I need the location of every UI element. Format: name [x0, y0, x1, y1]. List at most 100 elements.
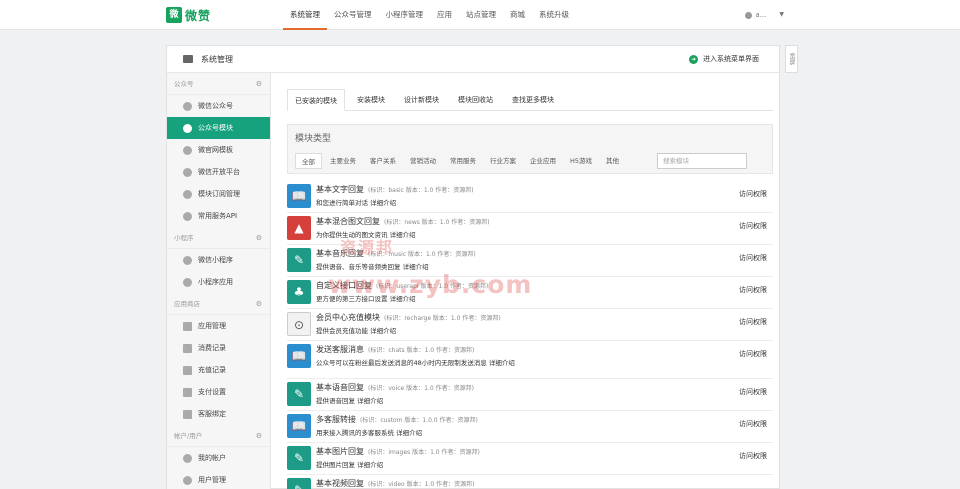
sidebar-item[interactable]: 微信开放平台 [167, 161, 270, 183]
sidebar-item-icon [183, 123, 192, 133]
gear-icon[interactable]: ⚙ [256, 293, 262, 315]
sidebar-item[interactable]: 消费记录 [167, 337, 270, 359]
sidebar-item-icon [183, 167, 192, 177]
module-name[interactable]: 会员中心充值模块 (标识：recharge 版本：1.0 作者：资源邦) [316, 312, 501, 323]
sidebar-item-icon [183, 365, 192, 375]
nav-item[interactable]: 公众号管理 [327, 0, 379, 30]
access-permission-link[interactable]: 访问权限 [739, 419, 767, 429]
module-row: 📖 发送客服消息 (标识：chats 版本：1.0 作者：资源邦) 公众号可以在粉丝最… [287, 341, 773, 379]
sidebar-item[interactable]: 公众号模块 [167, 117, 270, 139]
gear-icon[interactable]: ⚙ [256, 227, 262, 249]
module-meta: (标识：images 版本：1.0 作者：资源邦) [368, 449, 480, 456]
module-name[interactable]: 基本视频回复 (标识：video 版本：1.0 作者：资源邦) [316, 478, 474, 489]
sidebar-item[interactable]: 用户管理 [167, 469, 270, 489]
book-icon: 📖 [287, 184, 311, 208]
sidebar-item[interactable]: 充值记录 [167, 359, 270, 381]
category-filter[interactable]: 其他 [600, 153, 625, 169]
module-name[interactable]: 多客服转接 (标识：custom 版本：1.0.0 作者：资源邦) [316, 414, 478, 425]
module-search-input[interactable] [657, 153, 747, 169]
nav-item[interactable]: 系统升级 [532, 0, 576, 30]
module-meta: (标识：chats 版本：1.0 作者：资源邦) [368, 347, 475, 354]
sidebar-section-header: 小程序 ⚙ [167, 227, 270, 249]
module-row: ✎ 基本语音回复 (标识：voice 版本：1.0 作者：资源邦) 提供语音回复 详细… [287, 379, 773, 411]
module-row: 📖 多客服转接 (标识：custom 版本：1.0.0 作者：资源邦) 用来接入腾讯的… [287, 411, 773, 443]
module-title: 会员中心充值模块 [316, 313, 380, 322]
tab[interactable]: 查找更多模块 [505, 89, 561, 111]
nav-item[interactable]: 应用 [430, 0, 459, 30]
gear-icon[interactable]: ⚙ [256, 425, 262, 447]
sidebar-item[interactable]: 模块订阅管理 [167, 183, 270, 205]
sidebar-item-label: 客服绑定 [198, 410, 226, 418]
sidebar-item[interactable]: 微官网模板 [167, 139, 270, 161]
sidebar-item-label: 微信开放平台 [198, 168, 240, 176]
chevron-down-icon: ▼ [779, 11, 784, 18]
module-name[interactable]: 基本图片回复 (标识：images 版本：1.0 作者：资源邦) [316, 446, 480, 457]
category-filter[interactable]: 企业应用 [524, 153, 562, 169]
access-permission-link[interactable]: 访问权限 [739, 189, 767, 199]
access-permission-link[interactable]: 访问权限 [739, 317, 767, 327]
module-title: 基本语音回复 [316, 383, 364, 392]
access-permission-link[interactable]: 访问权限 [739, 451, 767, 461]
sidebar-item[interactable]: 小程序应用 [167, 271, 270, 293]
nav-item[interactable]: 商城 [503, 0, 532, 30]
user-name: a... [755, 11, 767, 19]
tab[interactable]: 设计新模块 [397, 89, 446, 111]
module-name[interactable]: 基本语音回复 (标识：voice 版本：1.0 作者：资源邦) [316, 382, 474, 393]
sidebar-item-icon [183, 189, 192, 199]
access-permission-link[interactable]: 访问权限 [739, 221, 767, 231]
gear-icon[interactable]: ⚙ [256, 73, 262, 95]
category-filter[interactable]: H5游戏 [564, 153, 598, 169]
satellite-icon: ✎ [287, 248, 311, 272]
sidebar-item[interactable]: 常用服务API [167, 205, 270, 227]
sidebar-item-icon [183, 321, 192, 331]
category-filter[interactable]: 常用服务 [444, 153, 482, 169]
tab[interactable]: 已安装的模块 [287, 89, 345, 111]
top-navbar: 微 微赞 系统管理 公众号管理 小程序管理 应用 站点管理 商城 系统升级 a... ▼ [0, 0, 960, 30]
module-name[interactable]: 基本文字回复 (标识：basic 版本：1.0 作者：资源邦) [316, 184, 474, 195]
sidebar-section-header: 应用商店 ⚙ [167, 293, 270, 315]
enter-system-menu-label: 进入系统菜单界面 [703, 55, 759, 63]
category-filter[interactable]: 全部 [295, 153, 322, 169]
nav-item[interactable]: 站点管理 [459, 0, 503, 30]
category-filter[interactable]: 营销活动 [404, 153, 442, 169]
module-meta: (标识：custom 版本：1.0.0 作者：资源邦) [360, 417, 478, 424]
satellite-icon: ✎ [287, 478, 311, 489]
wide-screen-toggle[interactable]: 宽屏 [785, 45, 798, 73]
access-permission-link[interactable]: 访问权限 [739, 349, 767, 359]
module-row: ⊙ 会员中心充值模块 (标识：recharge 版本：1.0 作者：资源邦) 提供会员… [287, 309, 773, 341]
sidebar-item-label: 公众号模块 [198, 124, 233, 132]
sidebar: 公众号 ⚙ 微信公众号 公众号模块 微官网模板 微信开放平台 模块订阅管理 常用服务API 小程… [167, 73, 271, 489]
access-permission-link[interactable]: 访问权限 [739, 285, 767, 295]
arrow-right-icon: ➜ [689, 54, 698, 64]
nav-item[interactable]: 系统管理 [283, 0, 327, 30]
sidebar-item[interactable]: 微信公众号 [167, 95, 270, 117]
user-menu[interactable]: a... ▼ [745, 0, 784, 30]
logo[interactable]: 微 微赞 [166, 7, 211, 23]
user-icon [745, 11, 753, 19]
sidebar-item-label: 微信公众号 [198, 102, 233, 110]
module-row: 📖 基本文字回复 (标识：basic 版本：1.0 作者：资源邦) 和您进行简单对话 … [287, 181, 773, 213]
sidebar-item[interactable]: 客服绑定 [167, 403, 270, 425]
enter-system-menu-link[interactable]: ➜ 进入系统菜单界面 [689, 54, 759, 64]
sidebar-item[interactable]: 微信小程序 [167, 249, 270, 271]
module-title: 基本图片回复 [316, 447, 364, 456]
category-filter[interactable]: 客户关系 [364, 153, 402, 169]
sidebar-item[interactable]: 应用管理 [167, 315, 270, 337]
access-permission-link[interactable]: 访问权限 [739, 387, 767, 397]
category-filter[interactable]: 行业方案 [484, 153, 522, 169]
tab[interactable]: 模块回收站 [451, 89, 500, 111]
sidebar-section-title: 公众号 [174, 80, 194, 88]
module-name[interactable]: 基本混合图文回复 (标识：news 版本：1.0 作者：资源邦) [316, 216, 490, 227]
sidebar-item[interactable]: 我的帐户 [167, 447, 270, 469]
sidebar-item[interactable]: 支付设置 [167, 381, 270, 403]
tab[interactable]: 安装模块 [350, 89, 392, 111]
nav-item[interactable]: 小程序管理 [379, 0, 431, 30]
logo-icon: 微 [166, 7, 182, 23]
module-name[interactable]: 发送客服消息 (标识：chats 版本：1.0 作者：资源邦) [316, 344, 474, 355]
sidebar-item-icon [183, 211, 192, 221]
module-description: 提供图片回复 详细介绍 [316, 461, 384, 469]
satellite-icon: ✎ [287, 382, 311, 406]
access-permission-link[interactable]: 访问权限 [739, 253, 767, 263]
module-description: 用来接入腾讯的多客服系统 详细介绍 [316, 429, 423, 437]
category-filter[interactable]: 主要业务 [324, 153, 362, 169]
